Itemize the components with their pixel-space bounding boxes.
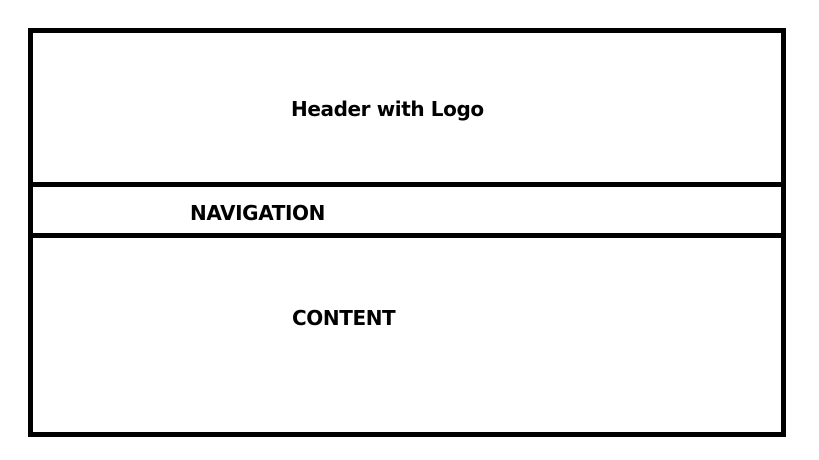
content-region xyxy=(33,238,781,432)
content-label: CONTENT xyxy=(292,306,396,330)
navigation-region xyxy=(33,182,781,238)
navigation-label: NAVIGATION xyxy=(190,201,325,225)
page-wireframe: Header with Logo NAVIGATION CONTENT xyxy=(28,28,786,437)
header-label: Header with Logo xyxy=(291,97,484,121)
